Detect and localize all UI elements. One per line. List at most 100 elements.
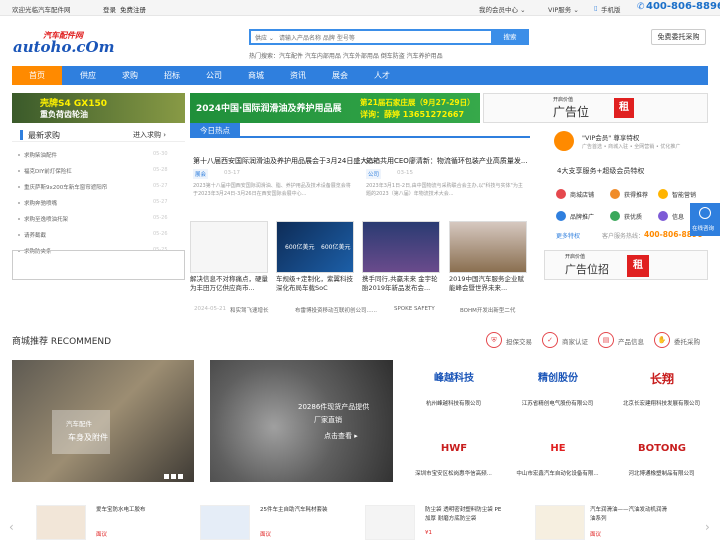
news-date: 03-17 xyxy=(224,170,240,176)
list-item[interactable]: 重庆萨斯9x200车新车窗帘遮阳帘 xyxy=(24,183,107,191)
nav-news[interactable]: 资讯 xyxy=(278,66,318,85)
vip-feature[interactable]: 获优质 xyxy=(610,210,654,224)
nav-buy[interactable]: 求购 xyxy=(110,66,150,85)
news-thumbnail[interactable] xyxy=(362,221,440,273)
product-name[interactable]: 防尘袋 透明密封塑料防尘袋 PE加厚 耐磨方底防尘袋 xyxy=(425,506,505,524)
section-marker xyxy=(20,130,23,140)
banner-ad-space[interactable]: 开启价值 广告位 租 xyxy=(483,93,708,123)
list-item[interactable]: 求购奔驰喷嘴 xyxy=(24,199,57,207)
vip-feature[interactable]: 智能营销 xyxy=(658,188,702,202)
tab-today-hot[interactable]: 今日热点 xyxy=(190,123,240,138)
list-item[interactable]: 请养截截 xyxy=(24,231,46,239)
vip-feature[interactable]: 商城店铺 xyxy=(556,188,600,202)
phone-icon: ▯ xyxy=(594,4,598,12)
brand-card[interactable]: 峰越科技 杭州峰越科技有限公司 xyxy=(406,361,501,411)
news-summary: 2023年3月1日-2日,由中国物流与采购联合会主办,以"科技与实体"为主题的2… xyxy=(366,183,523,197)
news-thumbnail[interactable] xyxy=(449,221,527,273)
vip-service-menu[interactable]: VIP服务 ⌄ xyxy=(548,4,579,14)
news-caption[interactable]: 车规级+定制化，紫翼科技深化布局车载SoC xyxy=(276,275,356,293)
chevron-left-icon[interactable]: ‹ xyxy=(9,520,14,534)
nav-expo[interactable]: 展会 xyxy=(320,66,360,85)
member-center-menu[interactable]: 我的会员中心 ⌄ xyxy=(479,4,526,14)
news-title[interactable]: 第十八届西安国际润滑油及养护用品展会于3月24日盛大... xyxy=(193,156,374,166)
login-link[interactable]: 登录 xyxy=(103,4,116,14)
vip-description: 4大支享服务+超级会员特权 xyxy=(557,167,645,175)
list-item[interactable]: 求购至逸喷油托架 xyxy=(24,215,68,223)
nav-mall[interactable]: 商城 xyxy=(236,66,276,85)
search-button[interactable]: 搜索 xyxy=(491,29,529,45)
banner-ad-space-2[interactable]: 开启价值 广告位招 租 xyxy=(544,250,708,280)
brand-card[interactable]: HWF 深圳市宝安区松岗惠华信高频... xyxy=(406,431,501,481)
brand-logo: HE xyxy=(550,443,566,454)
news-date: 03-15 xyxy=(397,170,413,176)
shield-icon: ⛨ xyxy=(486,332,502,348)
news-caption[interactable]: 携手同行,共赢未来 金宇轮胎2019年新品发布会... xyxy=(362,275,442,293)
vip-panel: "VIP会员" 尊享特权 广告首选 • 商城入驻 • 全网营销 • 优化推广 4… xyxy=(544,127,708,245)
search-category-select[interactable]: 供应 ⌄ xyxy=(255,33,274,42)
brand-card[interactable]: 长翔 北京长宏建翔科技发展有限公司 xyxy=(614,361,709,411)
product-image[interactable] xyxy=(200,505,250,540)
product-price: 面议 xyxy=(590,532,602,538)
news-caption[interactable]: 2019中国汽车服务企业赋能峰会暨世界未来... xyxy=(449,275,529,293)
product-name[interactable]: 25件车主自助汽车耗材套装 xyxy=(260,506,340,515)
ticker-item[interactable]: SPOKE SAFETY xyxy=(394,306,435,312)
vip-badge-icon xyxy=(554,131,574,151)
ticker-item[interactable]: BOHM开发出新型二代 xyxy=(460,306,515,314)
ad-small-text: 开启价值 xyxy=(565,254,586,260)
recommend-title: 商城推荐 RECOMMEND xyxy=(12,337,112,347)
mall-promo-stock[interactable]: 20286件现货产品提供 厂家直销 点击查看 ▸ xyxy=(210,360,393,482)
latest-buy-more-link[interactable]: 进入求购 › xyxy=(133,130,166,140)
product-image[interactable] xyxy=(535,505,585,540)
ticker-item[interactable]: 布雷博投资移动互联初创公司...... xyxy=(295,306,377,314)
nav-supply[interactable]: 供应 xyxy=(68,66,108,85)
document-icon: ▤ xyxy=(598,332,614,348)
mobile-link[interactable]: 手机版 xyxy=(601,4,621,14)
carousel-dots[interactable] xyxy=(164,473,188,479)
brand-icon xyxy=(556,211,566,221)
banner-lubricant-expo[interactable]: 2024中国·国际润滑油及养护用品展 第21届石家庄展（9月27-29日） 详询… xyxy=(190,93,480,123)
product-name[interactable]: 汽车润滑油——汽油发动机润滑油系列 xyxy=(590,506,670,524)
search-input[interactable] xyxy=(279,32,489,44)
online-consult-button[interactable]: 在线咨询 xyxy=(690,203,720,236)
free-purchase-button[interactable]: 免费委托采购 xyxy=(651,29,706,45)
handshake-icon: ✋ xyxy=(654,332,670,348)
nav-tender[interactable]: 招标 xyxy=(152,66,192,85)
mall-promo-parts[interactable]: 汽车配件 车身及附件 xyxy=(12,360,194,482)
brand-logo: 长翔 xyxy=(649,372,674,386)
hot-search-links[interactable]: 热门搜索：汽车配件 汽车内部用品 汽车外部用品 倒车防盗 汽车养护用品 xyxy=(249,51,443,60)
news-title[interactable]: 箱箱共用CEO廖清新：物流循环包装产业高质量发... xyxy=(366,156,528,166)
product-image[interactable] xyxy=(36,505,86,540)
nav-home[interactable]: 首页 xyxy=(12,66,62,85)
news-thumbnail[interactable]: 600亿美元 600亿美元 xyxy=(276,221,354,273)
brand-logo: BOTONG xyxy=(637,443,687,454)
brand-card[interactable]: 精创股份 江苏省精创电气股份有限公司 xyxy=(510,361,605,411)
product-name[interactable]: 爱车宝防水电工胶布 xyxy=(96,506,176,515)
chat-icon xyxy=(699,207,711,219)
vip-feature[interactable]: 获得推荐 xyxy=(610,188,654,202)
news-caption[interactable]: 解决信息不对称痛点，硬量为丰田万亿供应商市... xyxy=(190,275,270,293)
bullet-icon xyxy=(18,154,20,156)
ticker-item[interactable]: 和实驾飞速增长 xyxy=(230,306,269,314)
register-link[interactable]: 免费注册 xyxy=(120,4,146,14)
banner-shell-oil[interactable]: 壳牌S4 GX150 重负荷齿轮油 xyxy=(12,93,185,123)
site-logo[interactable]: 汽车配件网 autoho.cOm xyxy=(13,30,115,58)
nav-company[interactable]: 公司 xyxy=(194,66,234,85)
list-item[interactable]: 求购柴油配件 xyxy=(24,151,57,159)
news-thumbnail[interactable] xyxy=(190,221,268,273)
brand-card[interactable]: HE 中山市宏鑫汽车自动化设备有限... xyxy=(510,431,605,481)
brand-card[interactable]: BOTONG 河北博通橡塑制品有限公司 xyxy=(614,431,709,481)
hot-news-tabbar: 今日热点 xyxy=(190,123,530,138)
bullet-icon xyxy=(18,234,20,236)
bullet-icon xyxy=(18,202,20,204)
promo-view-link[interactable]: 点击查看 ▸ xyxy=(324,431,358,441)
bullet-icon xyxy=(18,218,20,220)
recommend-icon xyxy=(610,189,620,199)
bullet-icon xyxy=(18,170,20,172)
broken-ad-image[interactable] xyxy=(12,250,185,280)
vip-feature[interactable]: 品牌推广 xyxy=(556,210,600,224)
chevron-right-icon[interactable]: › xyxy=(705,520,710,534)
product-image[interactable] xyxy=(365,505,415,540)
nav-talent[interactable]: 人才 xyxy=(362,66,402,85)
vip-more-link[interactable]: 更多特权 xyxy=(556,231,580,240)
list-item[interactable]: 福克DIY前灯保险杠 xyxy=(24,167,72,175)
